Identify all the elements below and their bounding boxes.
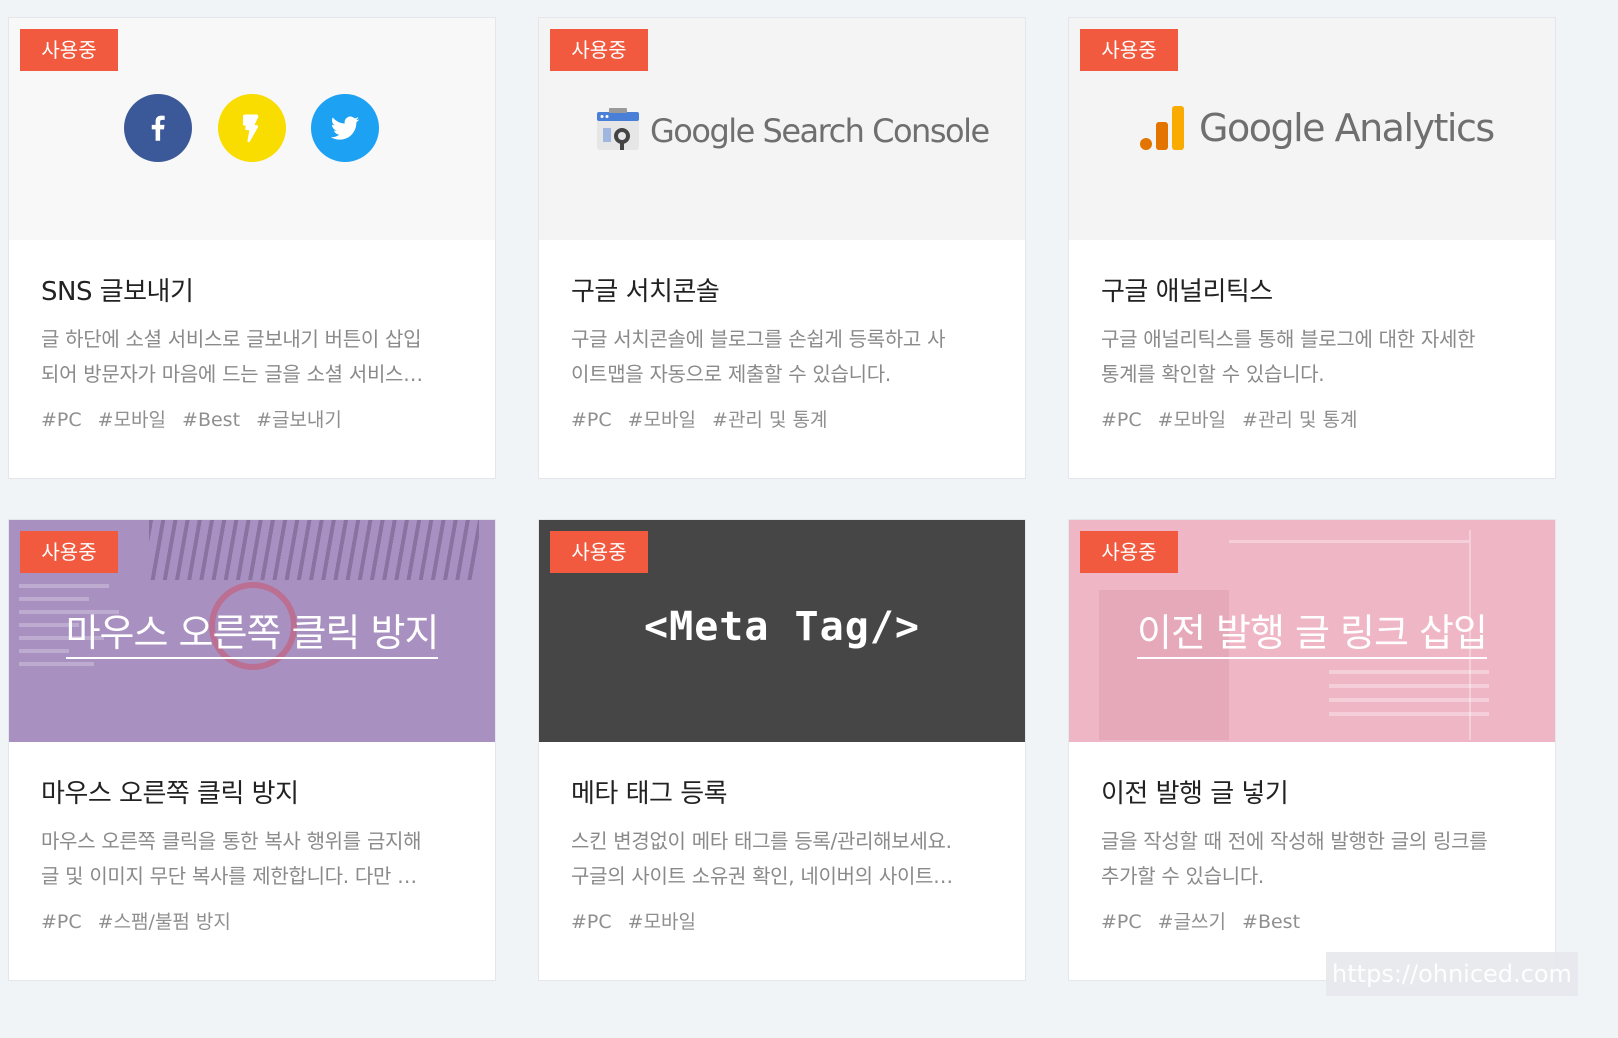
tag[interactable]: #모바일 — [98, 405, 166, 432]
card-title: 구글 애널리틱스 — [1101, 277, 1273, 307]
twitter-icon — [311, 94, 379, 162]
logo-text: Google Search Console — [650, 112, 990, 150]
card-description: 글을 작성할 때 전에 작성해 발행한 글의 링크를 추가할 수 있습니다. — [1101, 829, 1488, 888]
tag[interactable]: #스팸/불펌 방지 — [98, 907, 231, 934]
status-badge: 사용중 — [1080, 531, 1178, 573]
card-thumbnail: 사용중 Google Search Console — [539, 18, 1025, 240]
card-thumbnail: 사용중 <Meta Tag/> — [539, 520, 1025, 742]
tag[interactable]: #글쓰기 — [1158, 907, 1226, 934]
card-description: 스킨 변경없이 메타 태그를 등록/관리해보세요. 구글의 사이트 소유권 확인… — [571, 829, 953, 888]
thumbnail-caption: 이전 발행 글 링크 삽입 — [1069, 602, 1555, 659]
search-console-logo-icon — [595, 108, 641, 152]
tag[interactable]: #PC — [571, 911, 612, 933]
status-badge: 사용중 — [550, 29, 648, 71]
tag[interactable]: #PC — [41, 911, 82, 933]
tag[interactable]: #Best — [182, 409, 240, 431]
card-description: 구글 서치콘솔에 블로그를 손쉽게 등록하고 사 이트맵을 자동으로 제출할 수… — [571, 327, 946, 386]
status-badge: 사용중 — [20, 531, 118, 573]
plugin-card-search-console[interactable]: 사용중 Google Search Console 구글 서치콘솔 구글 서치콘… — [538, 17, 1026, 479]
card-tags: #PC #모바일 #관리 및 통계 — [1101, 405, 1527, 432]
kakaostory-icon — [218, 94, 286, 162]
card-tags: #PC #스팸/불펌 방지 — [41, 907, 467, 934]
tag[interactable]: #모바일 — [628, 907, 696, 934]
card-title: 구글 서치콘솔 — [571, 277, 720, 307]
card-thumbnail: 사용중 마우스 오른쪽 클릭 방지 — [9, 520, 495, 742]
card-tags: #PC #글쓰기 #Best — [1101, 907, 1527, 934]
card-title: 이전 발행 글 넣기 — [1101, 779, 1289, 809]
card-thumbnail: 사용중 — [9, 18, 495, 240]
facebook-icon — [124, 94, 192, 162]
card-description: 마우스 오른쪽 클릭을 통한 복사 행위를 금지해 글 및 이미지 무단 복사를… — [41, 829, 422, 888]
card-tags: #PC #모바일 — [571, 907, 997, 934]
plugin-card-previous-post[interactable]: 사용중 이전 발행 글 링크 삽입 이전 발행 글 넣기 글을 작성할 때 전에… — [1068, 519, 1556, 981]
tag[interactable]: #PC — [571, 409, 612, 431]
logo-text: Google Analytics — [1199, 106, 1495, 150]
tag[interactable]: #관리 및 통계 — [1242, 405, 1357, 432]
tag[interactable]: #Best — [1242, 911, 1300, 933]
card-description: 글 하단에 소셜 서비스로 글보내기 버튼이 삽입 되어 방문자가 마음에 드는… — [41, 327, 423, 386]
background-image — [149, 520, 479, 580]
tag[interactable]: #PC — [41, 409, 82, 431]
tag[interactable]: #글보내기 — [256, 405, 342, 432]
analytics-logo-icon — [1138, 104, 1186, 152]
status-badge: 사용중 — [1080, 29, 1178, 71]
plugin-card-meta-tag[interactable]: 사용중 <Meta Tag/> 메타 태그 등록 스킨 변경없이 메타 태그를 … — [538, 519, 1026, 981]
card-thumbnail: 사용중 이전 발행 글 링크 삽입 — [1069, 520, 1555, 742]
plugin-card-sns[interactable]: 사용중 SNS 글보내기 글 하단에 소셜 서비스로 글보내기 버튼이 삽입 되… — [8, 17, 496, 479]
tag[interactable]: #관리 및 통계 — [712, 405, 827, 432]
card-tags: #PC #모바일 #Best #글보내기 — [41, 405, 467, 432]
tag[interactable]: #모바일 — [1158, 405, 1226, 432]
card-tags: #PC #모바일 #관리 및 통계 — [571, 405, 997, 432]
card-title: 메타 태그 등록 — [571, 779, 728, 809]
status-badge: 사용중 — [550, 531, 648, 573]
status-badge: 사용중 — [20, 29, 118, 71]
card-title: 마우스 오른쪽 클릭 방지 — [41, 779, 299, 809]
tag[interactable]: #PC — [1101, 911, 1142, 933]
card-thumbnail: 사용중 Google Analytics — [1069, 18, 1555, 240]
plugin-card-analytics[interactable]: 사용중 Google Analytics 구글 애널리틱스 구글 애널리틱스를 … — [1068, 17, 1556, 479]
plugin-card-right-click[interactable]: 사용중 마우스 오른쪽 클릭 방지 마우스 오른쪽 클릭 방지 마우스 오른쪽 … — [8, 519, 496, 981]
tag[interactable]: #모바일 — [628, 405, 696, 432]
card-title: SNS 글보내기 — [41, 277, 194, 307]
thumbnail-caption: 마우스 오른쪽 클릭 방지 — [9, 602, 495, 659]
thumbnail-caption: <Meta Tag/> — [644, 604, 920, 650]
card-description: 구글 애널리틱스를 통해 블로그에 대한 자세한 통계를 확인할 수 있습니다. — [1101, 327, 1476, 386]
watermark: https://ohniced.com — [1326, 952, 1578, 996]
tag[interactable]: #PC — [1101, 409, 1142, 431]
